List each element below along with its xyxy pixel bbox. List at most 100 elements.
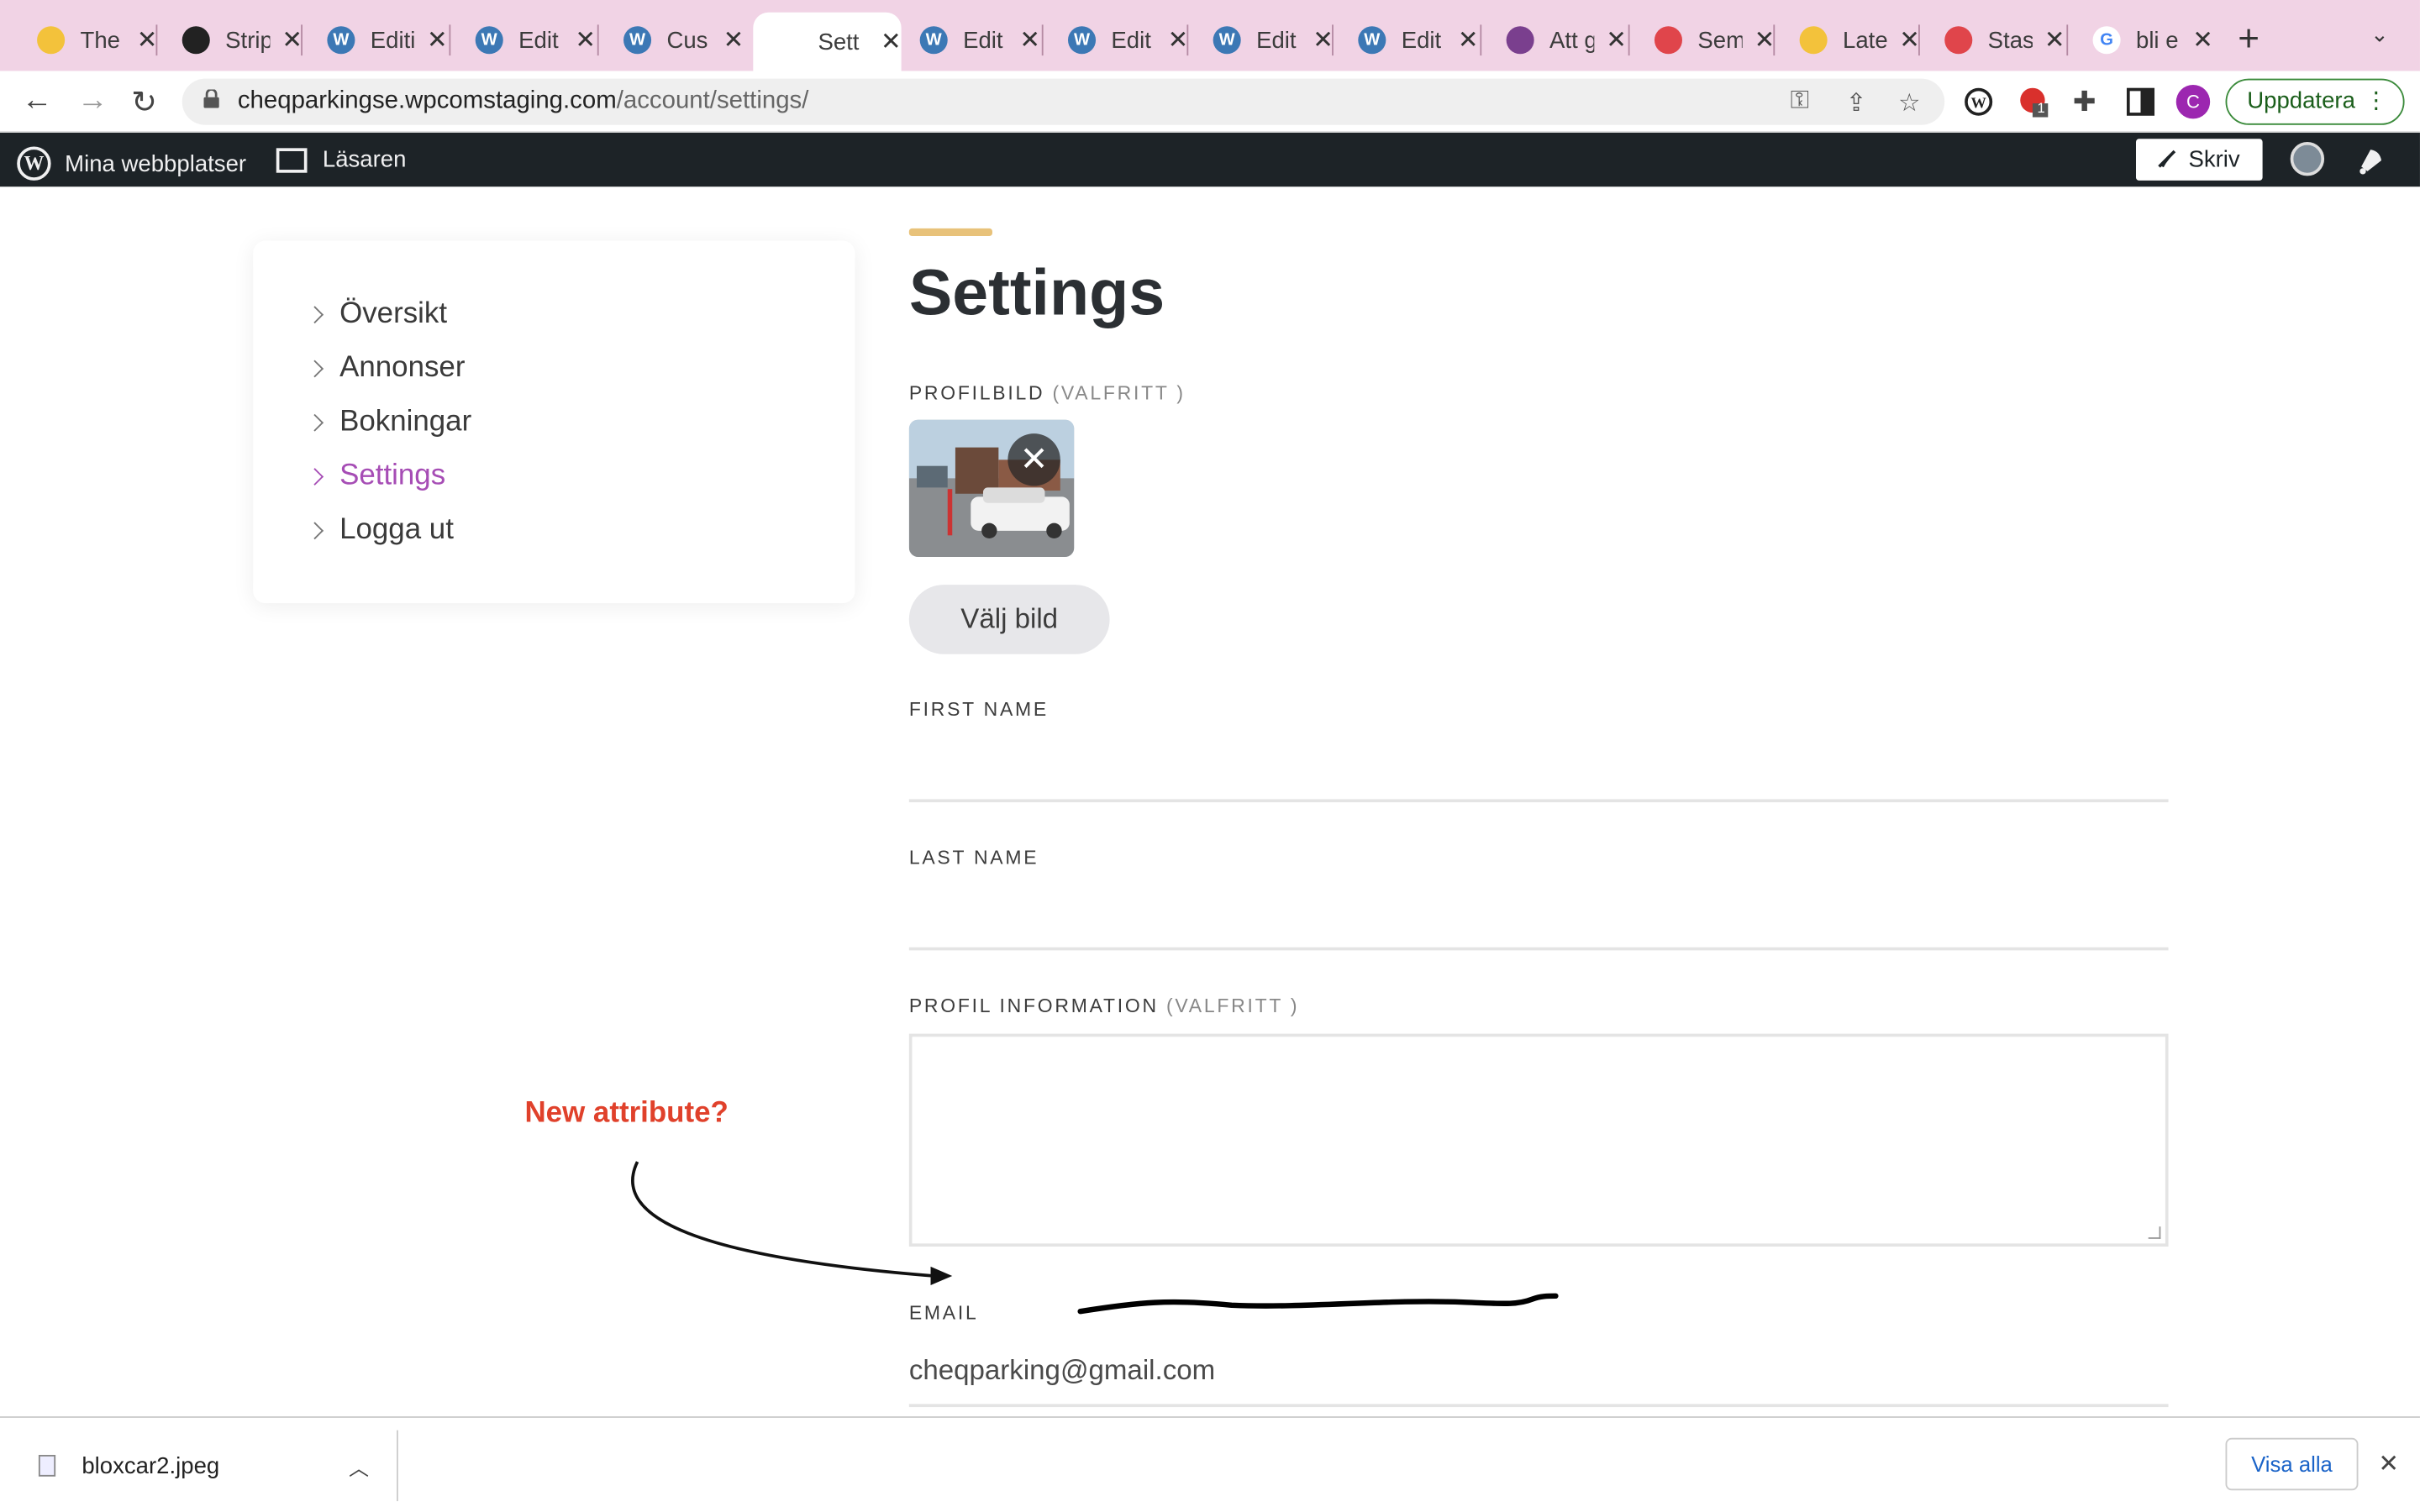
optional-tag: (VALFRITT ) [1166, 995, 1300, 1017]
tab-title: Late [1843, 27, 1887, 54]
last-name-label: LAST NAME [908, 847, 1039, 869]
choose-image-button[interactable]: Välj bild [908, 585, 1110, 654]
tab-title: Att g [1549, 27, 1594, 54]
close-tab-icon[interactable]: ✕ [1899, 24, 1920, 55]
back-arrow-icon[interactable]: ← [22, 83, 53, 118]
tab-14[interactable]: Gbli e ✕ [2071, 15, 2213, 65]
first-name-input[interactable] [909, 732, 2169, 800]
nav-item-bokningar[interactable]: Bokningar [306, 406, 472, 439]
remove-image-close-icon[interactable]: ✕ [1007, 433, 1060, 486]
tab-separator [1480, 24, 1482, 56]
reader-link[interactable]: Läsaren [276, 146, 406, 173]
more-menu-icon[interactable]: ⋮ [2365, 81, 2388, 123]
notifications-bell-icon[interactable] [2355, 145, 2386, 176]
update-button[interactable]: Uppdatera ⋮ [2225, 78, 2405, 125]
nav-item-oversikt[interactable]: Översikt [306, 297, 447, 331]
reload-icon[interactable]: ↻ [131, 83, 157, 122]
tab-search-chevron-icon[interactable]: ⌄ [2370, 22, 2389, 48]
close-tab-icon[interactable]: ✕ [1754, 24, 1776, 55]
new-tab-button[interactable]: + [2238, 18, 2260, 61]
wordpress-icon: W [1067, 26, 1097, 55]
tab-separator [1332, 24, 1334, 56]
flower-icon [37, 26, 66, 55]
user-avatar[interactable] [2290, 141, 2325, 176]
tab-11[interactable]: Sem ✕ [1633, 15, 1775, 65]
tab-separator [2066, 24, 2069, 56]
first-name-underline [908, 799, 2169, 803]
tab-title: Stas [1987, 27, 2033, 54]
airbnb-icon [1654, 26, 1683, 55]
close-tab-icon[interactable]: ✕ [427, 24, 448, 55]
close-tab-icon[interactable]: ✕ [1168, 24, 1189, 55]
email-input[interactable]: cheqparking@gmail.com [909, 1355, 1215, 1388]
trello-icon [1506, 26, 1534, 55]
last-name-input[interactable] [909, 879, 2169, 948]
tab-title: Cus [666, 27, 708, 54]
close-tab-icon[interactable]: ✕ [2192, 24, 2213, 55]
file-image-icon [38, 1455, 56, 1477]
close-tab-icon[interactable]: ✕ [2044, 24, 2065, 55]
nav-item-settings[interactable]: Settings [306, 459, 445, 493]
close-tab-icon[interactable]: ✕ [1606, 24, 1627, 55]
wordpress-extension-icon[interactable]: W [1963, 87, 1994, 118]
shield-extension-icon[interactable]: 1 [2018, 87, 2049, 118]
wp-admin-bar: W Mina webbplatser Läsaren Skriv [0, 132, 2420, 187]
my-sites-link[interactable]: W Mina webbplatser [17, 146, 246, 181]
nav-item-logout[interactable]: Logga ut [306, 514, 454, 548]
tab-5[interactable]: Sett ✕ [753, 12, 902, 71]
resize-handle-icon[interactable] [2148, 1226, 2161, 1239]
tab-separator [597, 24, 599, 56]
forward-arrow-icon[interactable]: → [77, 83, 108, 118]
redaction-scribble [1077, 1293, 1559, 1315]
reader-icon [276, 147, 308, 172]
tab-1[interactable]: Strip ✕ [160, 15, 302, 65]
write-button[interactable]: Skriv [2135, 139, 2263, 181]
chevron-right-icon [306, 306, 324, 324]
tab-title: Edit [518, 27, 559, 54]
tab-title: Edit [963, 27, 1003, 54]
address-bar[interactable]: cheqparkingse.wpcomstaging.com/account/s… [182, 78, 1945, 125]
tab-12[interactable]: Late ✕ [1778, 15, 1920, 65]
tab-2[interactable]: W Editi ✕ [306, 15, 448, 65]
annotation-arrow [631, 1161, 953, 1285]
profile-info-textarea[interactable] [908, 1033, 2169, 1247]
tab-3[interactable]: W Edit ✕ [454, 15, 596, 65]
chevron-up-icon[interactable]: ︿ [349, 1452, 369, 1481]
asana-icon [1944, 26, 1973, 55]
close-tab-icon[interactable]: ✕ [1458, 24, 1479, 55]
tab-title: Edit [1256, 27, 1297, 54]
tab-4[interactable]: W Cus ✕ [602, 15, 744, 65]
puzzle-extensions-icon[interactable]: ✚ [2073, 87, 2104, 118]
close-tab-icon[interactable]: ✕ [575, 24, 596, 55]
close-tab-icon[interactable]: ✕ [137, 24, 158, 55]
share-icon[interactable]: ⇪ [1846, 88, 1867, 119]
download-file-name[interactable]: bloxcar2.jpeg [82, 1453, 219, 1479]
close-tab-icon[interactable]: ✕ [723, 24, 744, 55]
close-tab-icon[interactable]: ✕ [1019, 24, 1040, 55]
close-icon[interactable]: ✕ [2378, 1449, 2399, 1480]
side-panel-icon[interactable] [2125, 87, 2156, 118]
key-icon[interactable]: ⚿ [1791, 88, 1809, 116]
tab-title: Edit [1111, 27, 1151, 54]
show-all-button[interactable]: Visa alla [2225, 1437, 2359, 1491]
nav-item-annonser[interactable]: Annonser [306, 352, 465, 386]
wordpress-icon: W [1213, 26, 1241, 55]
tab-9[interactable]: W Edit ✕ [1337, 15, 1479, 65]
tab-7[interactable]: W Edit ✕ [1046, 15, 1188, 65]
tab-6[interactable]: W Edit ✕ [898, 15, 1040, 65]
tab-title: Edit [1401, 27, 1442, 54]
tab-10[interactable]: Att g ✕ [1485, 15, 1627, 65]
nav-item-label: Bokningar [339, 406, 472, 438]
url-domain: cheqparkingse.wpcomstaging.com [237, 87, 617, 114]
bookmark-star-icon[interactable]: ☆ [1898, 88, 1920, 119]
close-tab-icon[interactable]: ✕ [281, 24, 302, 55]
chevron-right-icon [306, 360, 324, 378]
tab-0[interactable]: The ✕ [15, 15, 157, 65]
browser-window: + ⌄ The ✕ Strip ✕ W Editi ✕ W Edit ✕ W Cus ✕ Sett ✕ W Ed… [0, 0, 2420, 1512]
extension-badge: 1 [2037, 100, 2045, 116]
profile-avatar[interactable]: C [2175, 85, 2211, 119]
tab-8[interactable]: W Edit ✕ [1192, 15, 1334, 65]
close-tab-icon[interactable]: ✕ [1313, 24, 1334, 55]
tab-13[interactable]: Stas ✕ [1923, 15, 2065, 65]
chevron-right-icon [306, 522, 324, 540]
